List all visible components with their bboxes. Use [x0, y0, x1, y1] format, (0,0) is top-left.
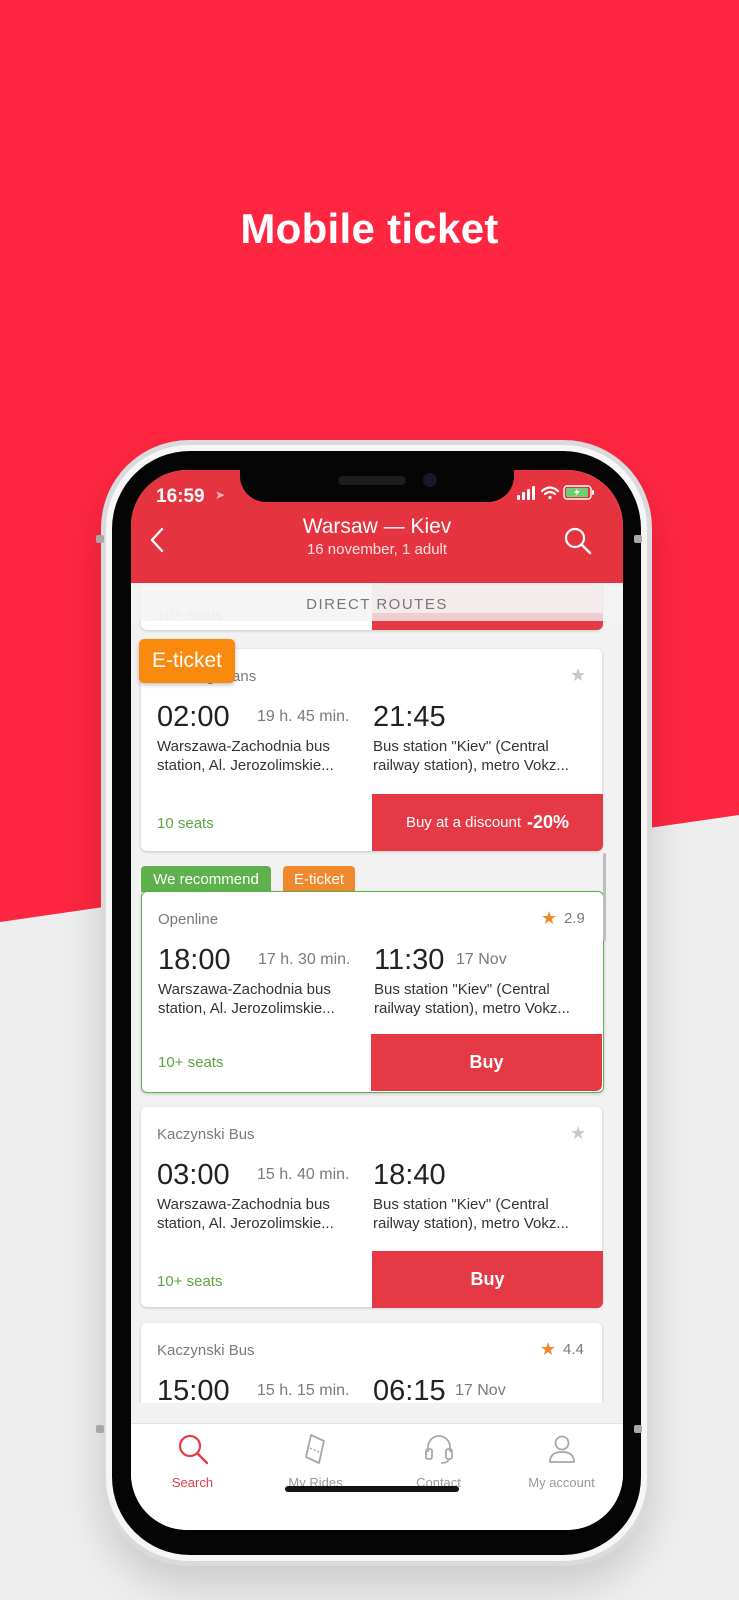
ticket-icon — [304, 1434, 325, 1464]
home-indicator[interactable] — [285, 1486, 459, 1492]
arrival-stop: Bus station "Kiev" (Central railway stat… — [373, 1196, 569, 1232]
side-button — [634, 1425, 642, 1433]
trip-duration: 15 h. 40 min. — [257, 1166, 350, 1183]
trip-duration: 17 h. 30 min. — [258, 951, 351, 968]
departure-time: 02:00 — [157, 701, 230, 733]
departure-stop: Warszawa-Zachodnia bus station, Al. Jero… — [158, 981, 335, 1017]
tab-my-account[interactable]: My account — [500, 1432, 623, 1490]
rating-star-icon: ★ — [541, 908, 558, 928]
side-button — [96, 1425, 104, 1433]
status-time: 16:59 — [156, 486, 205, 507]
departure-time: 15:00 — [157, 1375, 230, 1403]
operator-name: Openline — [158, 911, 219, 928]
bottom-tab-bar: Search My Rides Contact My account — [131, 1423, 623, 1530]
person-icon — [548, 1435, 575, 1463]
arrival-date: 17 Nov — [456, 951, 507, 968]
seats-count: 10+ seats — [157, 1273, 223, 1290]
arrival-stop: Bus station "Kiev" (Central railway stat… — [374, 981, 570, 1017]
wifi-icon — [540, 486, 560, 500]
buy-button[interactable]: Buy — [371, 1034, 602, 1091]
search-icon[interactable] — [563, 526, 593, 556]
rating-star-icon: ★ — [540, 1339, 557, 1359]
departure-time: 03:00 — [157, 1159, 230, 1191]
battery-icon — [563, 485, 594, 500]
tab-contact[interactable]: Contact — [377, 1432, 500, 1490]
route-subtitle: 16 november, 1 adult — [306, 541, 448, 558]
search-icon — [178, 1434, 208, 1465]
recommend-badge: We recommend — [141, 866, 271, 892]
discount-value: -20% — [527, 812, 570, 832]
tab-label: My account — [528, 1475, 595, 1490]
headset-icon — [424, 1435, 453, 1464]
phone-notch — [240, 470, 514, 502]
tab-label: Search — [171, 1475, 214, 1490]
buy-button[interactable]: Buy — [372, 1251, 603, 1308]
departure-stop: Warszawa-Zachodnia bus station, Al. Jero… — [157, 738, 334, 774]
side-button — [96, 535, 104, 543]
rating-value: 4.4 — [563, 1341, 584, 1358]
arrival-time: 21:45 — [373, 701, 446, 733]
status-icons — [517, 485, 594, 500]
departure-stop: Warszawa-Zachodnia bus station, Al. Jero… — [157, 1196, 334, 1232]
route-card-recommended[interactable]: Openline ★ 2.9 18:00 17 h. 30 min. 11:30… — [141, 891, 604, 1093]
departure-time: 18:00 — [158, 944, 231, 976]
cellular-signal-icon — [517, 486, 535, 500]
trip-duration: 15 h. 15 min. — [257, 1382, 350, 1399]
buy-label: Buy at a discount — [405, 814, 522, 831]
arrival-time: 06:15 — [373, 1375, 446, 1403]
rating-value: 2.9 — [564, 910, 585, 927]
buy-discount-button[interactable]: Buy at a discount -20% — [372, 794, 603, 851]
seats-count: 10+ seats — [158, 1054, 224, 1071]
speaker — [338, 476, 406, 485]
route-card[interactable]: Kaczynski Bus ★ 03:00 15 h. 40 min. 18:4… — [141, 1107, 603, 1308]
route-title: Warsaw — Kiev — [302, 515, 452, 538]
arrival-date: 17 Nov — [455, 1382, 506, 1399]
eticket-badge: E-ticket — [139, 639, 235, 683]
tab-search[interactable]: Search — [131, 1432, 254, 1490]
results-list[interactable]: 10+ seats DIRECT ROUTES E-ticket Mustang… — [131, 583, 623, 1403]
arrival-time: 18:40 — [373, 1159, 446, 1191]
route-card[interactable]: Kaczynski Bus ★ 4.4 15:00 15 h. 15 min. … — [141, 1323, 602, 1403]
scroll-indicator[interactable] — [603, 853, 606, 941]
arrival-time: 11:30 — [374, 944, 445, 976]
operator-name: Kaczynski Bus — [157, 1342, 255, 1359]
front-camera — [423, 473, 437, 487]
favorite-star-icon[interactable]: ★ — [570, 1123, 586, 1144]
arrival-stop: Bus station "Kiev" (Central railway stat… — [373, 738, 569, 774]
seats-count: 10 seats — [157, 815, 214, 832]
phone-screen: 16:59 ➤ Warsaw — Kiev 16 november, 1 adu… — [131, 470, 623, 1530]
trip-duration: 19 h. 45 min. — [257, 708, 350, 725]
page-headline: Mobile ticket — [240, 205, 499, 252]
location-arrow-icon: ➤ — [215, 488, 226, 502]
section-title: DIRECT ROUTES — [306, 596, 448, 613]
operator-name: Kaczynski Bus — [157, 1126, 255, 1143]
favorite-star-icon[interactable]: ★ — [570, 665, 586, 686]
eticket-badge: E-ticket — [283, 866, 355, 892]
tab-my-rides[interactable]: My Rides — [254, 1432, 377, 1490]
side-button — [634, 535, 642, 543]
